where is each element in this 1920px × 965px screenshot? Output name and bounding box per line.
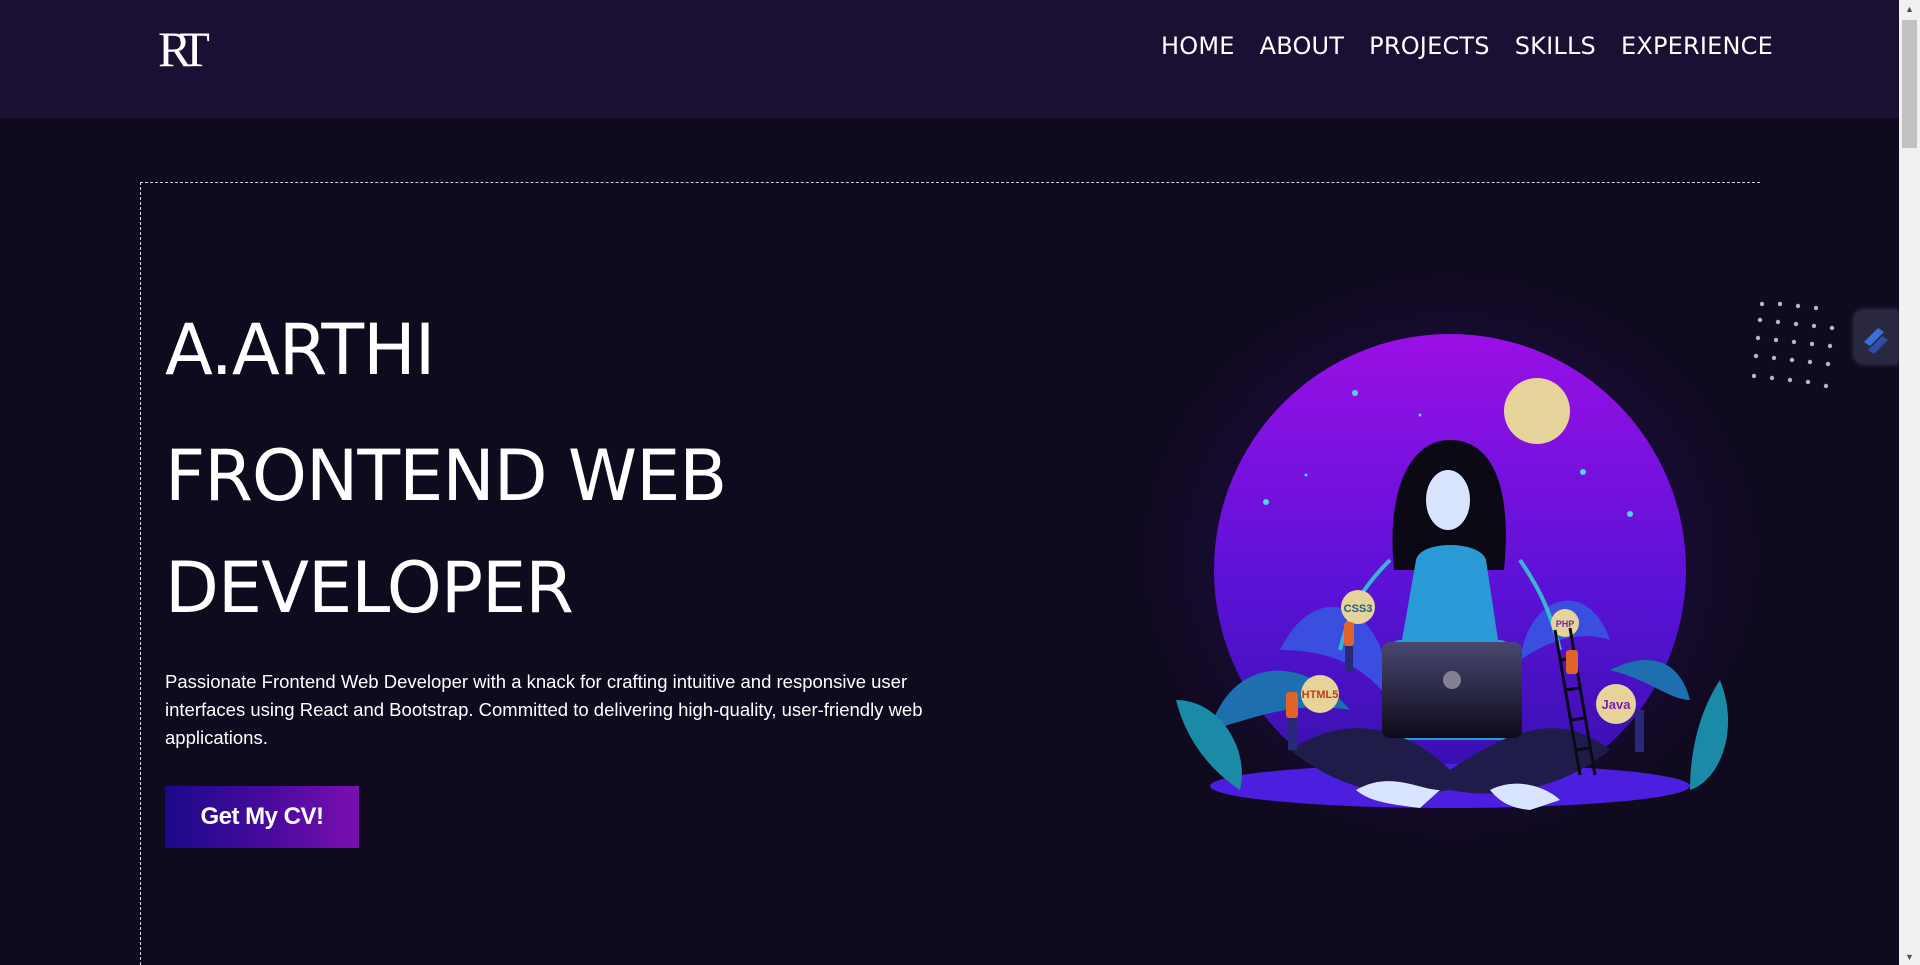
nav-link-about[interactable]: ABOUT [1260, 30, 1345, 62]
developer-illustration: CSS3 PHP HTML5 Java [1090, 240, 1810, 900]
nav-link-projects[interactable]: PROJECTS [1369, 30, 1490, 62]
hero-name: A.ARTHI [165, 309, 435, 391]
svg-text:CSS3: CSS3 [1344, 603, 1373, 615]
svg-text:Java: Java [1602, 697, 1632, 712]
hero-role: FRONTEND WEB DEVELOPER [165, 435, 727, 629]
hero-description: Passionate Frontend Web Developer with a… [165, 671, 923, 748]
moon-icon [1504, 378, 1570, 444]
nav-links: HOME ABOUT PROJECTS SKILLS EXPERIENCE [1161, 30, 1773, 62]
nav-link-experience[interactable]: EXPERIENCE [1621, 30, 1773, 62]
css3-badge-icon: CSS3 [1341, 590, 1375, 624]
get-cv-button[interactable]: Get My CV! [165, 786, 359, 848]
scroll-down-arrow-icon[interactable]: ▼ [1899, 948, 1920, 965]
navbar: RT HOME ABOUT PROJECTS SKILLS EXPERIENCE [0, 0, 1899, 118]
svg-text:HTML5: HTML5 [1302, 689, 1339, 701]
java-badge-icon: Java [1596, 684, 1636, 724]
side-widget[interactable] [1854, 310, 1898, 364]
scroll-thumb[interactable] [1902, 20, 1917, 148]
rt-logo[interactable]: RT [158, 24, 216, 70]
scrollbar[interactable]: ▲ ▼ [1899, 0, 1920, 965]
html5-badge-icon: HTML5 [1301, 675, 1339, 713]
laptop-icon [1382, 642, 1522, 738]
layers-icon [1864, 328, 1888, 354]
nav-link-skills[interactable]: SKILLS [1515, 30, 1596, 62]
svg-text:PHP: PHP [1556, 619, 1575, 629]
scroll-up-arrow-icon[interactable]: ▲ [1899, 0, 1920, 17]
decorative-dot-grid [1751, 301, 1835, 389]
svg-text:RT: RT [158, 24, 209, 70]
nav-link-home[interactable]: HOME [1161, 30, 1235, 62]
